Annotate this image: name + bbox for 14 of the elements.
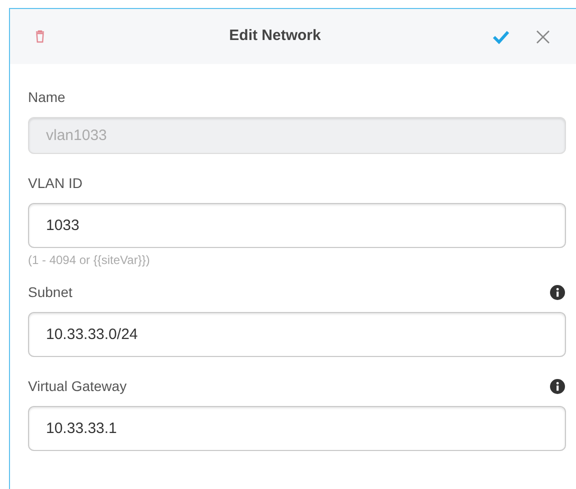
field-label: Virtual Gateway	[28, 376, 127, 396]
input-field[interactable]: 10.33.33.1	[28, 406, 566, 451]
field-label: Subnet	[28, 282, 72, 302]
info-icon[interactable]	[550, 284, 565, 300]
check-icon	[492, 30, 510, 44]
info-icon[interactable]	[550, 378, 565, 394]
dialog-title: Edit Network	[228, 26, 321, 46]
trash-icon	[35, 30, 45, 43]
input-field[interactable]: 10.33.33.0/24	[28, 312, 566, 357]
field-label: VLAN ID	[28, 174, 82, 192]
input-field[interactable]: 1033	[28, 203, 566, 248]
field-hint: (1 - 4094 or {{siteVar}})	[28, 252, 151, 269]
close-icon	[535, 28, 551, 44]
field-label: Name	[28, 88, 66, 106]
